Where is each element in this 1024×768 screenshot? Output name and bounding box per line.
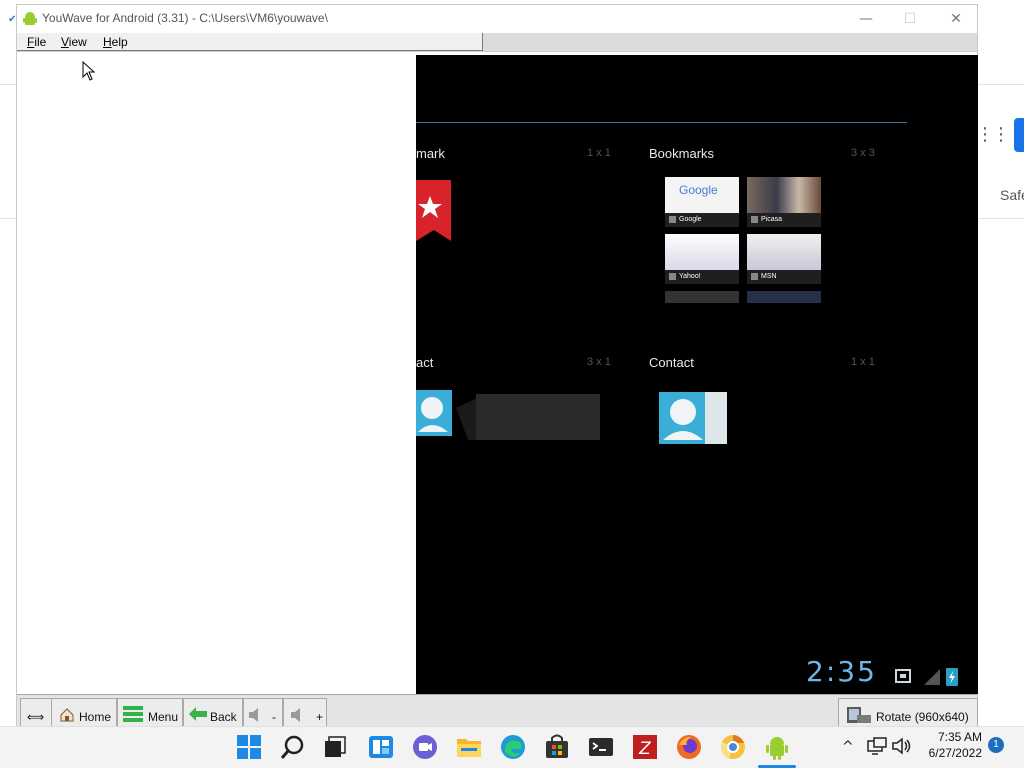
- menu-label: Menu: [148, 710, 179, 724]
- youwave-android-icon[interactable]: [763, 733, 791, 761]
- minimize-button[interactable]: —: [843, 5, 889, 33]
- widget-size: 1 x 1: [851, 356, 875, 368]
- home-button[interactable]: Home: [51, 698, 117, 726]
- background-window-left-edge: ✔: [0, 0, 16, 726]
- taskbar-date[interactable]: 6/27/2022: [918, 746, 982, 760]
- resize-toggle-button[interactable]: ⟺: [20, 698, 52, 726]
- speaker-icon: [291, 708, 300, 722]
- back-label: Back: [210, 710, 237, 724]
- maximize-button[interactable]: ☐: [887, 5, 933, 33]
- bookmarks-widget-preview[interactable]: Google Google Picasa Yahoo! MSN: [665, 177, 823, 303]
- svg-text:Z: Z: [638, 739, 651, 759]
- volume-down-button[interactable]: -: [243, 698, 283, 726]
- divider: [978, 84, 1024, 85]
- house-icon: [60, 708, 74, 722]
- thumbnail-caption: MSN: [747, 270, 821, 284]
- widget-label: Contact: [649, 355, 694, 370]
- close-button[interactable]: ✕: [933, 5, 979, 33]
- widget-label: Bookmarks: [649, 146, 715, 161]
- widget-size: 3 x 3: [851, 147, 875, 159]
- widget-size: 3 x 1: [587, 356, 611, 368]
- menu-button[interactable]: Menu: [117, 698, 183, 726]
- widgets-icon[interactable]: [367, 733, 395, 761]
- title-bar[interactable]: YouWave for Android (3.31) - C:\Users\VM…: [17, 5, 977, 33]
- menu-view[interactable]: View: [61, 35, 87, 49]
- desktop: ✔ ✕ ☰ ⋮⋮ Safe YouWave for Android (3.31)…: [0, 0, 1024, 768]
- menu-lines-icon: [123, 706, 143, 722]
- blue-button[interactable]: [1014, 118, 1024, 152]
- thumbnail-caption: Yahoo!: [665, 270, 739, 284]
- divider: [0, 218, 16, 219]
- terminal-icon[interactable]: [587, 733, 615, 761]
- bookmark-thumbnail: Picasa: [747, 177, 821, 227]
- widget-label: act: [416, 355, 434, 370]
- google-logo: Google: [679, 183, 718, 197]
- back-arrow-icon: [189, 707, 207, 721]
- bookmark-thumbnail: [747, 291, 821, 303]
- widget-size: 1 x 1: [587, 147, 611, 159]
- contact-icon[interactable]: [416, 390, 452, 436]
- search-icon[interactable]: [279, 733, 307, 761]
- apps-grid-icon[interactable]: ⋮⋮: [976, 124, 1010, 145]
- divider-line: [416, 122, 907, 123]
- contact-icon[interactable]: [659, 392, 727, 444]
- android-screen[interactable]: mark 1 x 1 Bookmarks 3 x 3 Google Google…: [416, 55, 978, 694]
- file-explorer-icon[interactable]: [455, 733, 483, 761]
- menu-bar: File View Help: [17, 33, 977, 52]
- widget-label: mark: [416, 146, 445, 161]
- show-hidden-icons-icon[interactable]: ^: [842, 739, 854, 755]
- resize-arrows-icon: ⟺: [27, 710, 45, 724]
- thumbnail-caption: Picasa: [747, 213, 821, 227]
- start-icon[interactable]: [235, 733, 263, 761]
- network-icon[interactable]: [866, 735, 888, 757]
- back-button[interactable]: Back: [183, 698, 243, 726]
- volume-up-label: +: [316, 710, 324, 724]
- android-app-icon: [23, 12, 37, 25]
- youwave-toolbar: ⟺ Home Menu Back - + Rotate (960x640): [17, 694, 978, 726]
- volume-up-button[interactable]: +: [283, 698, 327, 726]
- chrome-canary-icon[interactable]: [719, 733, 747, 761]
- taskbar-time[interactable]: 7:35 AM: [930, 730, 982, 744]
- youwave-window: YouWave for Android (3.31) - C:\Users\VM…: [16, 4, 978, 726]
- contact-widget-panel: [476, 394, 600, 440]
- filezilla-icon[interactable]: Z: [631, 733, 659, 761]
- left-blank-pane: [17, 55, 416, 694]
- notification-badge[interactable]: 1: [988, 737, 1004, 753]
- background-window: ✕ ☰ ⋮⋮ Safe: [976, 0, 1024, 726]
- mouse-cursor-icon: [82, 61, 96, 81]
- thumbnail-caption: Google: [665, 213, 739, 227]
- background-text: Safe: [1000, 187, 1024, 203]
- divider: [0, 84, 16, 85]
- bookmark-icon[interactable]: [416, 180, 452, 241]
- menu-help[interactable]: Help: [103, 35, 128, 49]
- home-clock: 2:35: [806, 655, 877, 688]
- store-icon[interactable]: [543, 733, 571, 761]
- rotate-label: Rotate (960x640): [876, 710, 969, 724]
- firefox-icon[interactable]: [675, 733, 703, 761]
- status-icons: [895, 668, 958, 686]
- bookmark-thumbnail: MSN: [747, 234, 821, 284]
- window-title: YouWave for Android (3.31) - C:\Users\VM…: [42, 11, 328, 25]
- volume-down-label: -: [272, 710, 276, 724]
- chat-icon[interactable]: [411, 733, 439, 761]
- phone-rotate-icon: [847, 707, 871, 723]
- divider: [978, 218, 1024, 219]
- volume-icon[interactable]: [891, 735, 913, 757]
- bookmark-thumbnail: Yahoo!: [665, 234, 739, 284]
- bookmark-thumbnail: [665, 291, 739, 303]
- task-view-icon[interactable]: [321, 733, 349, 761]
- taskbar: Z ^ 7:35 AM 6/27/2022 1: [0, 726, 1024, 768]
- speaker-icon: [249, 708, 258, 722]
- rotate-button[interactable]: Rotate (960x640): [838, 698, 978, 726]
- menu-bar-panel: File View Help: [17, 33, 483, 51]
- edge-browser-icon[interactable]: [499, 733, 527, 761]
- menu-file[interactable]: File: [27, 35, 46, 49]
- home-label: Home: [79, 710, 112, 724]
- bookmark-thumbnail: Google Google: [665, 177, 739, 227]
